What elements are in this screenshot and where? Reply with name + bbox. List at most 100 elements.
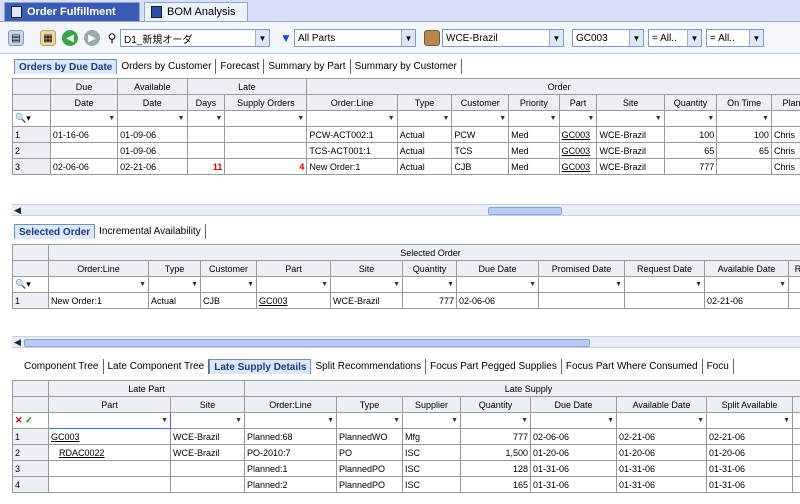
due-date-cell[interactable]: 02-06-06	[456, 292, 539, 309]
filter-cell[interactable]: ▼	[460, 412, 531, 429]
column-header[interactable]: Due Date	[530, 396, 617, 413]
filter-cell[interactable]: ▼	[716, 110, 772, 127]
filter-cell[interactable]: ▼	[456, 276, 539, 293]
column-header[interactable]: Part	[48, 396, 171, 413]
chevron-down-icon[interactable]: ▼	[549, 30, 563, 46]
filter-cell[interactable]: ▼	[49, 110, 119, 127]
filter-cell[interactable]: ▼	[508, 110, 560, 127]
search-icon[interactable]: 🔍▾	[12, 276, 49, 293]
filter-cell[interactable]: ▼	[306, 110, 398, 127]
parts-filter-select[interactable]: All Parts ▼	[294, 29, 416, 47]
column-header[interactable]: Customer	[451, 94, 510, 111]
column-header[interactable]: Promised Date	[538, 260, 625, 277]
filter-cell[interactable]: ▼	[402, 276, 457, 293]
column-header[interactable]: Part	[256, 260, 331, 277]
report-icon[interactable]: ▦	[40, 30, 56, 46]
query-select[interactable]: D1_新規オーダ ▼	[120, 29, 270, 47]
scroll-left-icon[interactable]: ◀	[14, 205, 21, 216]
filter-cell[interactable]: ▼	[538, 276, 625, 293]
filter-cell[interactable]: ▼	[186, 110, 226, 127]
column-header[interactable]: Order:Line	[48, 260, 149, 277]
tab-focus-part-pegged-supplies[interactable]: Focus Part Pegged Supplies	[426, 359, 562, 374]
chevron-down-icon[interactable]: ▼	[749, 30, 763, 46]
available-date-cell[interactable]: 01-09-06	[117, 126, 188, 143]
site-select[interactable]: WCE-Brazil ▼	[442, 29, 564, 47]
request-date-cell[interactable]	[624, 292, 705, 309]
tab-incremental-availability[interactable]: Incremental Availability	[95, 224, 206, 239]
part-link[interactable]: GC003	[558, 158, 598, 175]
tab-orders-by-due-date[interactable]: Orders by Due Date	[14, 59, 118, 74]
part-link[interactable]: GC003	[558, 126, 598, 143]
filter-cell[interactable]: ▼	[48, 276, 149, 293]
order-line-cell[interactable]: Planned:68	[244, 428, 337, 445]
filter-all-1-select[interactable]: = All.. ▼	[648, 29, 702, 47]
filter-cell[interactable]: ▼	[704, 276, 789, 293]
part-link[interactable]: GC003	[48, 428, 171, 445]
part-link[interactable]	[48, 476, 171, 493]
filter-cell[interactable]: ▼	[256, 276, 331, 293]
part-link[interactable]	[48, 460, 171, 477]
filter-cell-active[interactable]: ▼	[48, 412, 171, 429]
column-header[interactable]: Order:Line	[306, 94, 398, 111]
column-header[interactable]: Supplier	[402, 396, 461, 413]
table-row[interactable]: 4 Planned:2 PlannedPO ISC 165 01-31-06 0…	[12, 476, 800, 493]
chevron-down-icon[interactable]: ▼	[255, 30, 269, 46]
tab-summary-by-customer[interactable]: Summary by Customer	[351, 59, 462, 74]
column-header[interactable]: Due Date	[456, 260, 539, 277]
column-header[interactable]: Site	[596, 94, 665, 111]
column-header[interactable]: Site	[330, 260, 403, 277]
order-line-cell[interactable]: New Order:1	[48, 292, 149, 309]
column-header[interactable]: Customer	[200, 260, 257, 277]
filter-cell[interactable]: ▼	[396, 110, 453, 127]
filter-cell[interactable]	[791, 412, 800, 429]
column-header[interactable]: Request Date	[624, 260, 705, 277]
part-select[interactable]: GC003 ▼	[572, 29, 644, 47]
part-link[interactable]: GC003	[558, 142, 598, 159]
view-icon[interactable]: ▤	[8, 30, 24, 46]
order-line-cell[interactable]: PO-2010:7	[244, 444, 337, 461]
column-header[interactable]: Available Date	[704, 260, 789, 277]
filter-cell[interactable]: ▼	[200, 276, 257, 293]
column-header[interactable]: Date	[49, 94, 119, 111]
close-icon[interactable]: ✕	[15, 415, 23, 425]
tab-late-supply-details[interactable]: Late Supply Details	[209, 359, 312, 374]
column-header[interactable]: Quantity	[402, 260, 457, 277]
filter-cell[interactable]: ▼	[624, 276, 705, 293]
order-line-cell[interactable]: New Order:1	[306, 158, 398, 175]
order-line-cell[interactable]: PCW-ACT002:1	[306, 126, 398, 143]
tab-selected-order[interactable]: Selected Order	[14, 224, 96, 239]
table-row[interactable]: 1 New Order:1 Actual CJB GC003 WCE-Brazi…	[12, 292, 800, 309]
tab-focus-part-where-consumed[interactable]: Focus Part Where Consumed	[562, 359, 703, 374]
filter-cell[interactable]	[787, 276, 800, 293]
scrollbar-thumb[interactable]	[488, 207, 562, 215]
order-line-cell[interactable]: Planned:1	[244, 460, 337, 477]
column-header[interactable]: Plan	[770, 94, 800, 111]
scroll-left-icon[interactable]: ◀	[14, 337, 21, 348]
filter-cell[interactable]: ▼	[117, 110, 188, 127]
back-icon[interactable]: ◀	[62, 30, 78, 46]
order-line-cell[interactable]: TCS-ACT001:1	[306, 142, 398, 159]
forward-icon[interactable]: ▶	[84, 30, 100, 46]
column-header[interactable]: On Time	[716, 94, 772, 111]
column-header[interactable]: Split Available	[706, 396, 793, 413]
tab-orders-by-customer[interactable]: Orders by Customer	[117, 59, 217, 74]
promised-date-cell[interactable]	[538, 292, 625, 309]
tab-summary-by-part[interactable]: Summary by Part	[264, 59, 351, 74]
column-header[interactable]: Priority	[508, 94, 560, 111]
table-row[interactable]: 2 RDAC0022 WCE-Brazil PO-2010:7 PO ISC 1…	[12, 444, 800, 461]
chevron-down-icon[interactable]: ▼	[687, 30, 701, 46]
filter-cell[interactable]: ▼	[616, 412, 707, 429]
filter-cell[interactable]: ▼	[663, 110, 718, 127]
filter-all-2-select[interactable]: = All.. ▼	[706, 29, 764, 47]
filter-cell[interactable]: ▼	[402, 412, 461, 429]
column-header[interactable]: Quantity	[663, 94, 718, 111]
horizontal-scrollbar[interactable]: ◀	[12, 336, 800, 348]
check-icon[interactable]: ✓	[25, 415, 33, 425]
column-header[interactable]: Type	[336, 396, 403, 413]
filter-cell[interactable]: ▼	[530, 412, 617, 429]
column-header[interactable]: Type	[396, 94, 453, 111]
column-header[interactable]: Type	[148, 260, 201, 277]
tab-component-tree[interactable]: Component Tree	[20, 359, 104, 374]
filter-cell[interactable]	[770, 110, 800, 127]
due-date-cell[interactable]	[49, 142, 119, 159]
